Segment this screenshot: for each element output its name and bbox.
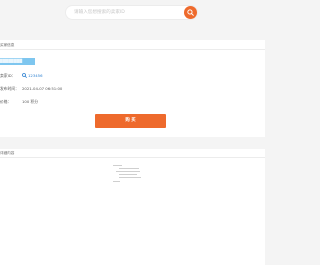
search-icon <box>187 9 194 16</box>
section-title-content: 详细内容 <box>0 151 15 155</box>
time-value: 2021-04-07 06:51:00 <box>22 86 63 91</box>
buy-button[interactable]: 购 买 <box>95 114 166 128</box>
price-value: 100 积分 <box>22 99 39 104</box>
empty-content-placeholder <box>113 165 149 187</box>
content-panel: 详细内容 <box>0 149 265 265</box>
seller-link[interactable]: 123456 <box>28 72 43 79</box>
section-title-info: 买家信息 <box>0 43 15 47</box>
divider <box>0 157 265 158</box>
info-panel: 买家信息 ████████ 卖家ID： 123456 发布时间： 2021-04… <box>0 40 265 137</box>
seller-row: 卖家ID： 123456 <box>0 72 120 79</box>
search-button[interactable] <box>184 6 197 19</box>
seller-label: 卖家ID： <box>0 73 16 78</box>
price-row: 价格： 100 积分 <box>0 98 120 105</box>
time-row: 发布时间： 2021-04-07 06:51:00 <box>0 85 120 92</box>
product-name: ████████ <box>0 58 35 65</box>
search-bar[interactable]: 请输入您想搜索的卖家ID <box>66 6 197 19</box>
search-input[interactable]: 请输入您想搜索的卖家ID <box>74 8 186 17</box>
price-label: 价格： <box>0 99 12 104</box>
search-icon <box>22 73 27 78</box>
divider <box>0 49 265 50</box>
time-label: 发布时间： <box>0 86 19 91</box>
